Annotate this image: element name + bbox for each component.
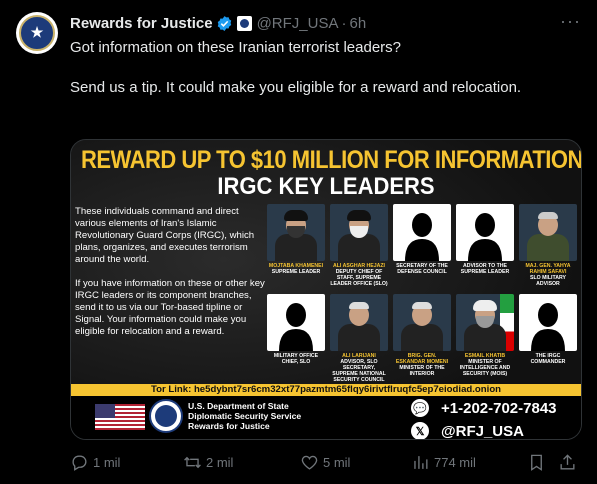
leader-title: ADVISOR, SLO SECRETARY, SUPREME NATIONAL… — [332, 359, 386, 383]
leader-title: SLO MILITARY ADVISOR — [529, 275, 567, 287]
unknown-person-silhouette-icon — [456, 204, 514, 261]
poster-intro: These individuals command and direct var… — [75, 206, 255, 265]
leader-title: ADVISOR TO THE SUPREME LEADER — [460, 263, 510, 275]
us-flag-icon — [95, 404, 145, 430]
repost-count: 2 mil — [206, 454, 234, 470]
leader-photo — [393, 294, 451, 351]
state-department-seal-icon — [149, 399, 183, 433]
leader-card: BRIG. GEN. ESKANDAR MOMENI MINISTER OF TH… — [393, 294, 451, 377]
leader-title: MINISTER OF THE INTERIOR — [399, 365, 445, 377]
leader-caption: ALI ASGHAR HEJAZI DEPUTY CHIEF OF STAFF, … — [330, 263, 388, 287]
bookmark-icon — [531, 454, 542, 471]
timestamp[interactable]: 6h — [349, 15, 366, 32]
agency-line: Rewards for Justice — [188, 421, 270, 431]
signal-icon: 💬 — [411, 399, 429, 417]
leader-name: BRIG. GEN. ESKANDAR MOMENI — [395, 353, 449, 365]
reply-count: 1 mil — [93, 454, 121, 470]
leader-photo — [330, 204, 388, 261]
affiliation-badge-icon[interactable] — [236, 15, 252, 31]
verified-badge-icon[interactable] — [216, 15, 233, 32]
leader-caption: MOJTABA KHAMENEI SUPREME LEADER — [267, 263, 325, 275]
leader-caption: BRIG. GEN. ESKANDAR MOMENI MINISTER OF TH… — [393, 353, 451, 377]
leader-title: MILITARY OFFICE CHIEF, SLO — [273, 353, 319, 365]
leader-photo — [519, 204, 577, 261]
leader-caption: THE IRGC COMMANDER — [519, 353, 577, 365]
leader-caption: MAJ. GEN. YAHYA RAHIM SAFAVI SLO MILITARY… — [519, 263, 577, 287]
leader-caption: SECRETARY OF THE DEFENSE COUNCIL — [393, 263, 451, 275]
more-options-icon[interactable]: ··· — [560, 12, 581, 30]
like-button[interactable]: 5 mil — [300, 453, 350, 472]
bookmark-button[interactable] — [527, 453, 550, 472]
media-image[interactable]: REWARD UP TO $10 MILLION FOR INFORMATION… — [70, 139, 582, 440]
leader-title: THE IRGC COMMANDER — [530, 353, 566, 365]
avatar[interactable]: ★ — [16, 12, 58, 54]
repost-button[interactable]: 2 mil — [183, 453, 233, 472]
heart-icon — [301, 455, 318, 470]
reply-icon — [72, 454, 87, 471]
rfj-seal-icon: ★ — [19, 15, 55, 51]
views-icon — [414, 455, 428, 469]
poster-x-handle: @RFJ_USA — [441, 422, 524, 440]
phone-line: 💬 +1-202-702-7843 — [411, 398, 557, 418]
x-handle-line: 𝕏 @RFJ_USA — [411, 421, 524, 440]
agency-line: U.S. Department of State — [188, 401, 289, 411]
unknown-person-silhouette-icon — [267, 294, 325, 351]
tweet-paragraph: Send us a tip. It could make you eligibl… — [70, 79, 522, 96]
tor-link: Tor Link: he5dybnt7sr6cm32xt77pazmtm65fl… — [71, 384, 581, 396]
tweet-paragraph: Got information on these Iranian terrori… — [70, 39, 402, 56]
author-name[interactable]: Rewards for Justice — [70, 15, 213, 32]
phone-number: +1-202-702-7843 — [441, 399, 557, 417]
leader-card: THE IRGC COMMANDER — [519, 294, 577, 365]
unknown-person-silhouette-icon — [393, 204, 451, 261]
leader-title: DEPUTY CHIEF OF STAFF, SUPREME LEADER OF… — [330, 269, 388, 287]
leader-caption: ESMAIL KHATIB MINISTER OF INTELLIGENCE AN… — [456, 353, 514, 377]
leader-card: ADVISOR TO THE SUPREME LEADER — [456, 204, 514, 275]
share-icon — [560, 453, 575, 470]
x-logo-icon: 𝕏 — [411, 422, 429, 439]
repost-icon — [184, 456, 201, 468]
leader-card: ALI ASGHAR HEJAZI DEPUTY CHIEF OF STAFF, … — [330, 204, 388, 287]
poster-headline: REWARD UP TO $10 MILLION FOR INFORMATION… — [81, 145, 582, 174]
leader-caption: MILITARY OFFICE CHIEF, SLO — [267, 353, 325, 365]
poster-subheadline: IRGC KEY LEADERS — [217, 172, 435, 200]
contact-block: 💬 +1-202-702-7843 𝕏 @RFJ_USA — [411, 397, 581, 440]
leader-title: SUPREME LEADER — [271, 269, 321, 275]
agency-line: Diplomatic Security Service — [188, 411, 302, 421]
leader-title: MINISTER OF INTELLIGENCE AND SECURITY (M… — [459, 359, 511, 377]
action-bar: 1 mil 2 mil 5 mil 774 mil — [70, 450, 582, 474]
leader-title: SECRETARY OF THE DEFENSE COUNCIL — [396, 263, 448, 275]
views-button[interactable]: 774 mil — [411, 453, 476, 472]
leader-card: MAJ. GEN. YAHYA RAHIM SAFAVI SLO MILITARY… — [519, 204, 577, 287]
leader-photo — [267, 204, 325, 261]
leader-card: MOJTABA KHAMENEI SUPREME LEADER — [267, 204, 325, 275]
leader-photo — [330, 294, 388, 351]
view-count: 774 mil — [434, 454, 476, 470]
reply-button[interactable]: 1 mil — [70, 453, 120, 472]
share-button[interactable] — [558, 453, 581, 472]
leader-caption: ALI LARIJANI ADVISOR, SLO SECRETARY, SUPR… — [330, 353, 388, 383]
leader-card: ALI LARIJANI ADVISOR, SLO SECRETARY, SUPR… — [330, 294, 388, 383]
leader-card: MILITARY OFFICE CHIEF, SLO — [267, 294, 325, 365]
like-count: 5 mil — [323, 454, 351, 470]
unknown-person-silhouette-icon — [519, 294, 577, 351]
poster-body: These individuals command and direct var… — [75, 206, 265, 338]
poster-call-to-action: If you have information on these or othe… — [75, 278, 265, 337]
separator: · — [341, 14, 347, 32]
author-handle[interactable]: @RFJ_USA — [257, 15, 339, 32]
leader-photo — [456, 294, 514, 351]
leader-name: MAJ. GEN. YAHYA RAHIM SAFAVI — [525, 263, 571, 275]
leader-card: ESMAIL KHATIB MINISTER OF INTELLIGENCE AN… — [456, 294, 514, 377]
tweet-header: Rewards for Justice @RFJ_USA · 6h — [70, 13, 581, 33]
leader-caption: ADVISOR TO THE SUPREME LEADER — [456, 263, 514, 275]
leader-card: SECRETARY OF THE DEFENSE COUNCIL — [393, 204, 451, 275]
tweet-text: Got information on these Iranian terrori… — [70, 38, 570, 98]
agency-lines: U.S. Department of State Diplomatic Secu… — [188, 401, 301, 431]
